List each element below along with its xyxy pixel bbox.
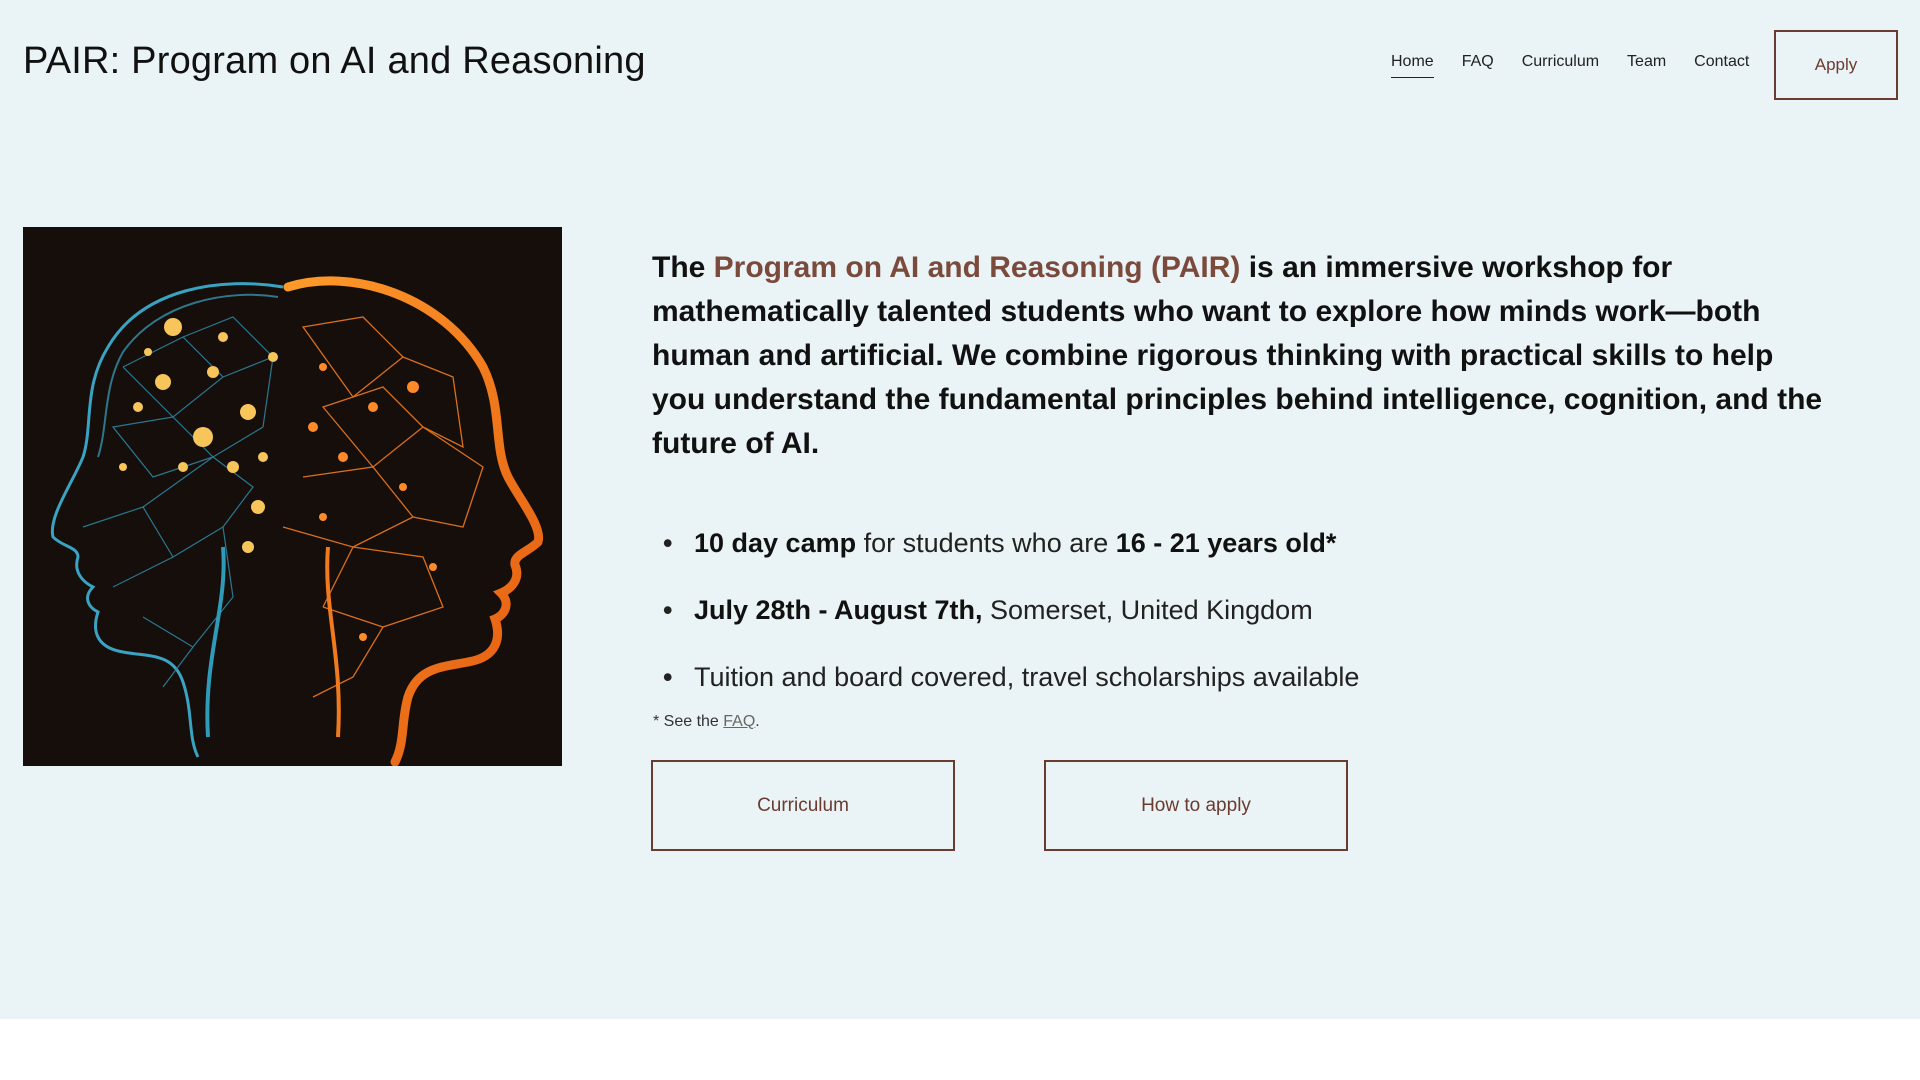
funding-text: Tuition and board covered, travel schola…: [694, 662, 1360, 692]
nav-team[interactable]: Team: [1627, 53, 1666, 78]
brain-heads-illustration: [50, 276, 544, 766]
nav-curriculum[interactable]: Curriculum: [1522, 53, 1599, 78]
footnote-suffix: .: [755, 713, 760, 730]
program-name-highlight: Program on AI and Reasoning (PAIR): [713, 251, 1241, 284]
nav-contact[interactable]: Contact: [1694, 53, 1749, 78]
main-nav: Home FAQ Curriculum Team Contact: [1391, 53, 1777, 78]
faq-link[interactable]: FAQ: [723, 713, 755, 730]
footnote: * See the FAQ.: [653, 713, 760, 731]
intro-paragraph: The Program on AI and Reasoning (PAIR) i…: [652, 246, 1827, 466]
nav-faq[interactable]: FAQ: [1462, 53, 1494, 78]
dates: July 28th - August 7th,: [694, 595, 983, 625]
how-to-apply-button[interactable]: How to apply: [1044, 760, 1348, 851]
location: Somerset, United Kingdom: [982, 595, 1313, 625]
highlights-list: • 10 day camp for students who are 16 - …: [660, 522, 1560, 723]
list-item: • July 28th - August 7th, Somerset, Unit…: [660, 589, 1560, 656]
age-range: 16 - 21 years old*: [1115, 528, 1337, 558]
camp-length: 10 day camp: [694, 528, 857, 558]
apply-button[interactable]: Apply: [1774, 30, 1898, 100]
nav-home[interactable]: Home: [1391, 53, 1434, 78]
bullet-text: for students who are: [856, 528, 1116, 558]
site-title[interactable]: PAIR: Program on AI and Reasoning: [23, 40, 646, 83]
bullet-dot: •: [663, 595, 673, 625]
list-item: • Tuition and board covered, travel scho…: [660, 656, 1560, 723]
curriculum-button[interactable]: Curriculum: [651, 760, 955, 851]
bullet-dot: •: [663, 528, 673, 558]
bullet-dot: •: [663, 662, 673, 692]
hero-image: [23, 227, 562, 766]
footnote-prefix: * See the: [653, 713, 724, 730]
list-item: • 10 day camp for students who are 16 - …: [660, 522, 1560, 589]
intro-lead: The: [652, 251, 714, 284]
